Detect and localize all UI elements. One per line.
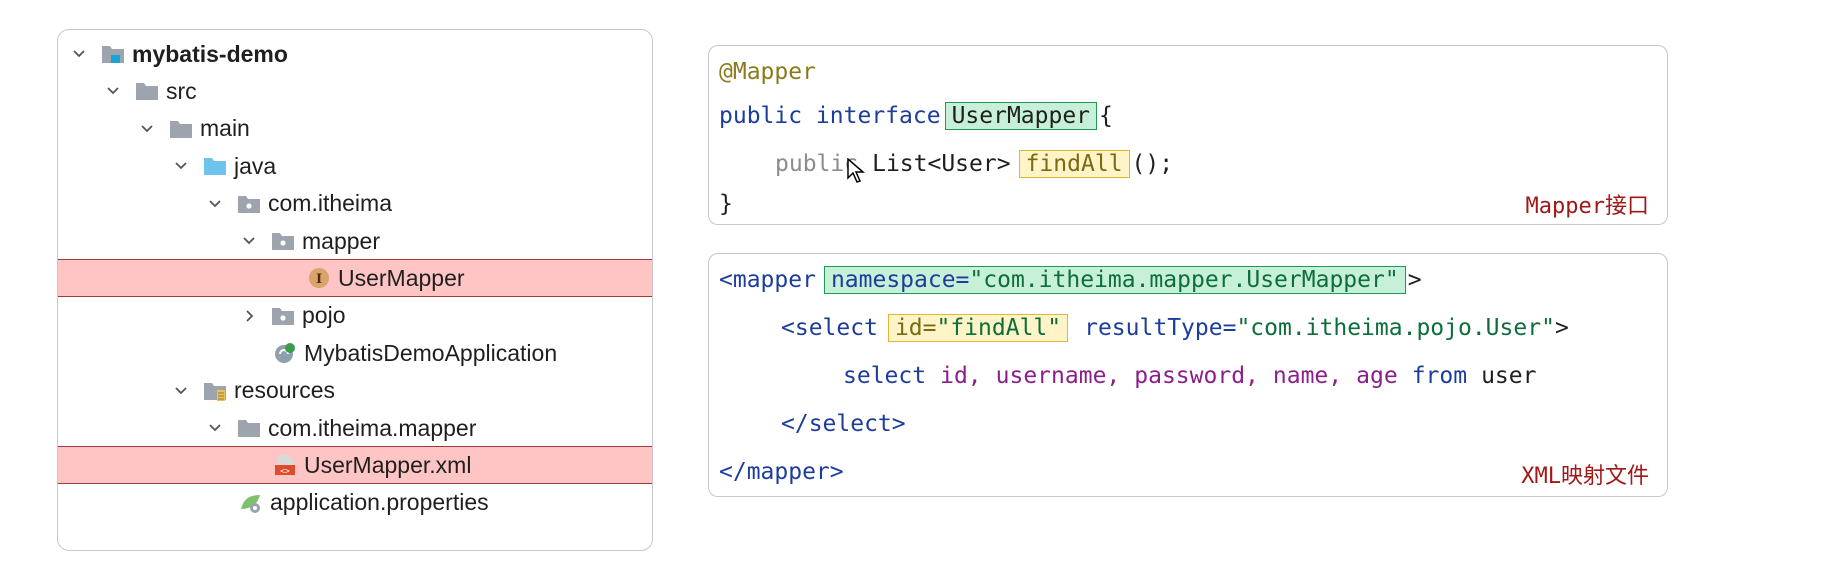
folder-icon — [236, 415, 262, 441]
interface-name-highlight: UserMapper — [944, 102, 1098, 130]
tree-item-label: com.itheima — [268, 190, 392, 217]
sql-column-age: age — [1356, 363, 1398, 389]
sql-column-username: username, — [995, 363, 1121, 389]
properties-file-icon — [238, 490, 264, 516]
tree-item-label: MybatisDemoApplication — [304, 339, 558, 366]
tree-item-com-itheima-mapper[interactable]: com.itheima.mapper — [58, 409, 652, 447]
select-close-tag: </select> — [781, 411, 906, 437]
package-icon — [236, 191, 262, 217]
tree-item-label: src — [166, 77, 197, 104]
chevron-right-icon[interactable] — [238, 305, 260, 327]
tree-item-label: com.itheima.mapper — [268, 414, 477, 441]
sql-line: select id, username, password, name, age… — [843, 356, 1536, 396]
mapper-annotation: @Mapper — [719, 59, 816, 85]
select-close-line: </select> — [781, 404, 906, 444]
xml-mapping-code-panel: <mapper namespace="com.itheima.mapper.Us… — [708, 253, 1668, 497]
tree-item-java[interactable]: java — [58, 147, 652, 185]
chevron-down-icon[interactable] — [68, 43, 90, 65]
method-declaration-line: public List<User> findAll (); — [775, 144, 1173, 184]
mapper-open-line: <mapper namespace="com.itheima.mapper.Us… — [719, 260, 1422, 300]
chevron-down-icon[interactable] — [204, 193, 226, 215]
package-icon — [270, 303, 296, 329]
svg-text:<>: <> — [280, 467, 290, 476]
result-type-value: "com.itheima.pojo.User" — [1236, 315, 1555, 341]
tree-item-label: resources — [234, 377, 335, 404]
tree-item-com-itheima[interactable]: com.itheima — [58, 185, 652, 223]
chevron-down-icon[interactable] — [136, 118, 158, 140]
namespace-value: "com.itheima.mapper.UserMapper" — [969, 267, 1399, 293]
tree-item-mapper[interactable]: mapper — [58, 222, 652, 260]
namespace-attr: namespace= — [830, 267, 970, 293]
spring-app-icon — [272, 340, 298, 366]
sql-select-keyword: select — [843, 363, 927, 389]
tree-item-src[interactable]: src — [58, 72, 652, 110]
project-tree-panel: mybatis-demo src main java com.itheima mapper… — [57, 29, 653, 551]
tree-item-usermapper-xml[interactable]: <> UserMapper.xml — [58, 446, 652, 485]
tree-item-label: UserMapper — [338, 264, 465, 291]
mapper-open-end: > — [1407, 267, 1422, 293]
open-brace: { — [1099, 103, 1113, 129]
package-icon — [270, 228, 296, 254]
tree-item-label: pojo — [302, 302, 346, 329]
tree-item-label: mybatis-demo — [132, 40, 288, 67]
xml-mapping-caption: XML映射文件 — [1521, 464, 1649, 489]
id-highlight: id="findAll" — [887, 314, 1069, 342]
mapper-open-tag: <mapper — [719, 267, 816, 293]
tree-item-label: UserMapper.xml — [304, 451, 472, 478]
close-brace: } — [719, 191, 733, 217]
tree-item-usermapper[interactable]: I UserMapper — [58, 259, 652, 298]
tree-item-mybatisdemoapplication[interactable]: MybatisDemoApplication — [58, 334, 652, 372]
sql-table-name: user — [1481, 363, 1537, 389]
folder-icon — [168, 116, 194, 142]
tree-item-mybatis-demo[interactable]: mybatis-demo — [58, 35, 652, 73]
sql-column-id: id, — [940, 363, 982, 389]
chevron-down-icon[interactable] — [204, 417, 226, 439]
source-folder-icon — [202, 153, 228, 179]
namespace-highlight: namespace="com.itheima.mapper.UserMapper… — [823, 266, 1406, 294]
module-folder-icon — [100, 41, 126, 67]
tree-item-resources[interactable]: resources — [58, 372, 652, 410]
resources-folder-icon — [202, 378, 228, 404]
select-open-tag: <select — [781, 315, 878, 341]
id-value: "findAll" — [936, 315, 1062, 341]
id-attr: id= — [894, 315, 937, 341]
tree-item-application-properties[interactable]: application.properties — [58, 484, 652, 522]
mouse-cursor-icon — [847, 158, 865, 183]
interface-keyword: public interface — [719, 103, 941, 129]
mapper-close-tag: </mapper> — [719, 459, 844, 485]
chevron-down-icon[interactable] — [170, 155, 192, 177]
interface-icon: I — [306, 265, 332, 291]
chevron-down-icon[interactable] — [170, 380, 192, 402]
chevron-down-icon[interactable] — [102, 80, 124, 102]
tree-item-label: mapper — [302, 227, 380, 254]
sql-column-name: name, — [1272, 363, 1343, 389]
annotation-line: @Mapper — [719, 54, 816, 90]
folder-icon — [134, 78, 160, 104]
select-open-line: <select id="findAll" resultType= "com.it… — [781, 308, 1569, 348]
tree-item-label: java — [234, 152, 277, 179]
tree-item-label: application.properties — [270, 489, 489, 516]
chevron-down-icon[interactable] — [238, 230, 260, 252]
method-name-highlight: findAll — [1018, 150, 1130, 178]
sql-from-keyword: from — [1411, 363, 1468, 389]
select-open-end: > — [1554, 315, 1569, 341]
method-keyword: public — [775, 151, 859, 177]
sql-column-password: password, — [1134, 363, 1259, 389]
result-type-attr: resultType= — [1084, 315, 1237, 341]
svg-text:I: I — [316, 272, 322, 287]
tree-item-pojo[interactable]: pojo — [58, 297, 652, 335]
method-return-type: List<User> — [872, 151, 1011, 177]
close-brace-line: } — [719, 186, 733, 222]
mapper-close-line: </mapper> — [719, 452, 844, 492]
mapper-interface-caption: Mapper接口 — [1525, 194, 1649, 219]
xml-file-icon: <> — [272, 452, 298, 478]
mapper-interface-code-panel: @Mapper public interface UserMapper { pu… — [708, 45, 1668, 225]
interface-declaration-line: public interface UserMapper { — [719, 96, 1113, 136]
method-tail: (); — [1131, 151, 1174, 177]
tree-item-label: main — [200, 115, 250, 142]
tree-item-main[interactable]: main — [58, 110, 652, 148]
